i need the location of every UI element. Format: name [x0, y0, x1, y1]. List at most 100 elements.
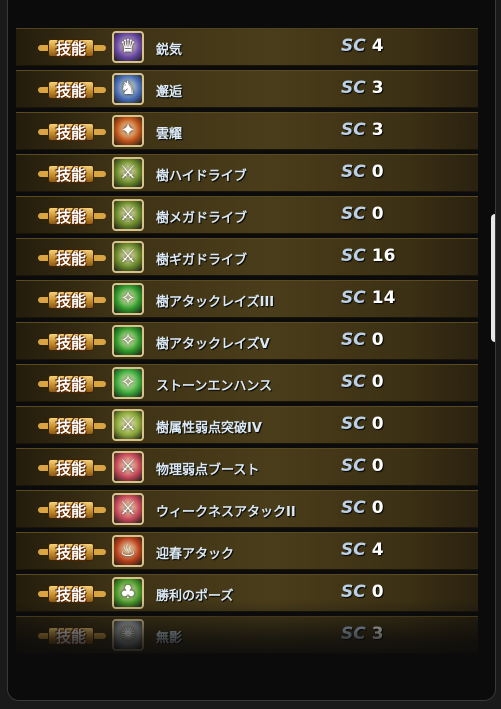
- skill-row[interactable]: 技能 ✧ 樹アタックレイズIII SC 14: [16, 280, 478, 318]
- badge-wing-right: [92, 423, 106, 429]
- sc-label: SC: [341, 246, 366, 266]
- skill-badge: 技能: [38, 331, 106, 353]
- skill-name: 樹ハイドライブ: [156, 169, 247, 184]
- weak-green-sword-icon[interactable]: ⚔: [112, 409, 144, 441]
- sc-cost: SC 0: [341, 456, 441, 476]
- skill-badge: 技能: [38, 289, 106, 311]
- skill-badge: 技能: [38, 37, 106, 59]
- wind-sword-icon[interactable]: ⚔: [112, 199, 144, 231]
- skill-row[interactable]: 技能 ⚔ 樹ギガドライブ SC 16: [16, 238, 478, 276]
- icon-glyph: ⚔: [119, 162, 137, 183]
- sc-value: 16: [371, 246, 396, 266]
- sc-value: 14: [371, 288, 396, 308]
- badge-wing-right: [92, 171, 106, 177]
- sc-label: SC: [341, 204, 366, 224]
- skill-badge: 技能: [38, 247, 106, 269]
- green-figure-icon[interactable]: ♣: [112, 577, 144, 609]
- skill-row[interactable]: 技能 ✧ ストーンエンハンス SC 0: [16, 364, 478, 402]
- badge-wing-right: [92, 213, 106, 219]
- icon-glyph: ♛: [119, 36, 137, 57]
- skill-name: 無影: [156, 631, 183, 646]
- sc-label: SC: [341, 582, 366, 602]
- icon-glyph: ⚔: [119, 498, 137, 519]
- white-burst-icon[interactable]: ✺: [112, 619, 144, 651]
- sc-label: SC: [341, 498, 366, 518]
- sc-label: SC: [341, 330, 366, 350]
- sc-value: 0: [371, 372, 384, 392]
- sc-cost: SC 0: [341, 330, 441, 350]
- badge-wing-right: [92, 339, 106, 345]
- badge-label: 技能: [55, 208, 86, 226]
- top-fade: [8, 0, 495, 30]
- skill-row[interactable]: 技能 ✧ 樹アタックレイズV SC 0: [16, 322, 478, 360]
- skill-row[interactable]: 技能 ⚔ 樹メガドライブ SC 0: [16, 196, 478, 234]
- skill-row[interactable]: 技能 ✦ 雲耀 SC 3: [16, 112, 478, 150]
- figure-red-blue-icon[interactable]: ♞: [112, 73, 144, 105]
- figure-purple-icon[interactable]: ♛: [112, 31, 144, 63]
- skill-row[interactable]: 技能 ⚔ 樹属性弱点突破IV SC 0: [16, 406, 478, 444]
- badge-wing-right: [92, 87, 106, 93]
- fire-figure-icon[interactable]: ♨: [112, 535, 144, 567]
- icon-glyph: ⚔: [119, 246, 137, 267]
- skill-row[interactable]: 技能 ♣ 勝利のポーズ SC 0: [16, 574, 478, 612]
- wind-sword-icon[interactable]: ⚔: [112, 157, 144, 189]
- icon-glyph: ✦: [120, 120, 136, 141]
- sc-value: 0: [371, 162, 384, 182]
- badge-label: 技能: [55, 82, 86, 100]
- badge-label: 技能: [55, 334, 86, 352]
- skill-row[interactable]: 技能 ♞ 邂逅 SC 3: [16, 70, 478, 108]
- green-sparkle-icon[interactable]: ✧: [112, 283, 144, 315]
- icon-glyph: ♞: [119, 78, 137, 99]
- skill-badge: 技能: [38, 625, 106, 647]
- skill-name: 樹アタックレイズIII: [156, 295, 275, 310]
- weak-red-sword-icon[interactable]: ⚔: [112, 493, 144, 525]
- sc-cost: SC 0: [341, 372, 441, 392]
- green-sparkle-icon[interactable]: ✧: [112, 367, 144, 399]
- badge-label: 技能: [55, 250, 86, 268]
- sc-cost: SC 0: [341, 582, 441, 602]
- sc-cost: SC 16: [341, 246, 441, 266]
- sc-cost: SC 0: [341, 414, 441, 434]
- skill-badge: 技能: [38, 415, 106, 437]
- skill-name: 雲耀: [156, 127, 183, 142]
- icon-glyph: ♣: [119, 582, 137, 603]
- skill-row[interactable]: 技能 ⚔ ウィークネスアタックII SC 0: [16, 490, 478, 528]
- icon-glyph: ✧: [120, 372, 136, 393]
- skill-name: 樹属性弱点突破IV: [156, 421, 262, 436]
- skill-row[interactable]: 技能 ⚔ 物理弱点ブースト SC 0: [16, 448, 478, 486]
- skill-row[interactable]: 技能 ✺ 無影 SC 3: [16, 616, 478, 654]
- sc-label: SC: [341, 162, 366, 182]
- sc-value: 3: [371, 120, 384, 140]
- skill-row[interactable]: 技能 ♛ 鋭気 SC 4: [16, 28, 478, 66]
- skill-row[interactable]: 技能 ⚔ 樹ハイドライブ SC 0: [16, 154, 478, 192]
- sc-value: 0: [371, 330, 384, 350]
- badge-wing-right: [92, 465, 106, 471]
- green-sparkle-icon[interactable]: ✧: [112, 325, 144, 357]
- icon-glyph: ⚔: [119, 414, 137, 435]
- skill-badge: 技能: [38, 121, 106, 143]
- skill-name: ストーンエンハンス: [156, 379, 273, 394]
- badge-label: 技能: [55, 544, 86, 562]
- icon-glyph: ♨: [119, 540, 137, 561]
- skill-name: 迎春アタック: [156, 547, 235, 562]
- weak-red-sword-icon[interactable]: ⚔: [112, 451, 144, 483]
- badge-wing-right: [92, 549, 106, 555]
- sc-label: SC: [341, 36, 366, 56]
- sc-cost: SC 0: [341, 204, 441, 224]
- sc-cost: SC 3: [341, 78, 441, 98]
- skill-badge: 技能: [38, 163, 106, 185]
- flame-slash-icon[interactable]: ✦: [112, 115, 144, 147]
- skill-name: 邂逅: [156, 85, 183, 100]
- skill-badge: 技能: [38, 373, 106, 395]
- sc-label: SC: [341, 456, 366, 476]
- sc-label: SC: [341, 372, 366, 392]
- badge-wing-right: [92, 591, 106, 597]
- skill-row[interactable]: 技能 ♨ 迎春アタック SC 4: [16, 532, 478, 570]
- skill-badge: 技能: [38, 583, 106, 605]
- scrollbar-thumb[interactable]: [491, 214, 495, 342]
- sc-value: 4: [371, 36, 384, 56]
- sc-label: SC: [341, 288, 366, 308]
- sc-value: 0: [371, 582, 384, 602]
- wind-sword-icon[interactable]: ⚔: [112, 241, 144, 273]
- badge-wing-right: [92, 129, 106, 135]
